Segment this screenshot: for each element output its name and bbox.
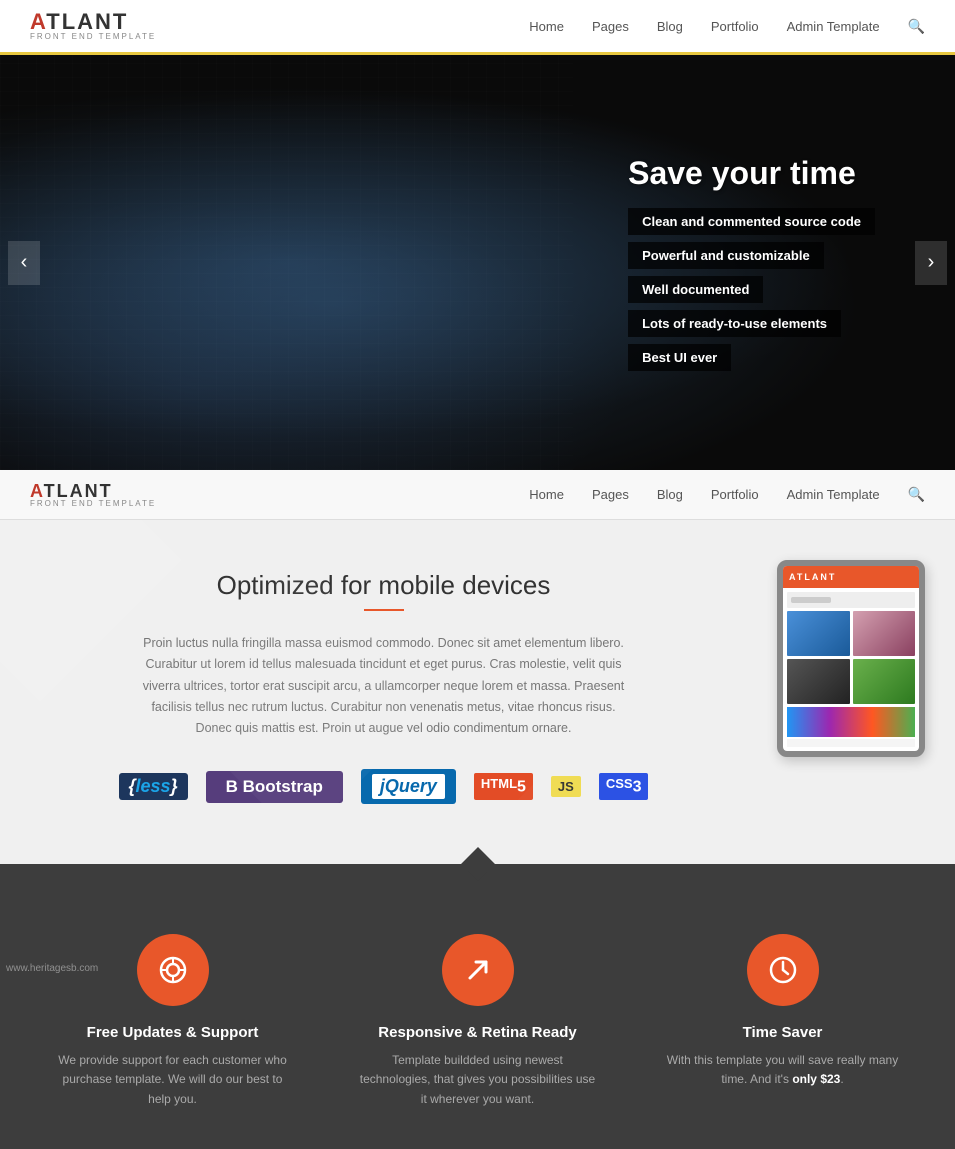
nav-admin-template[interactable]: Admin Template xyxy=(787,19,880,34)
nav-portfolio[interactable]: Portfolio xyxy=(711,19,759,34)
features-title-underline xyxy=(364,609,404,611)
logo-secondary-name: ATLANT xyxy=(30,482,156,500)
phone-color-bar xyxy=(787,707,915,737)
phone-frame: ATLANT xyxy=(777,560,925,757)
feature-card-timesaver-desc: With this template you will save really … xyxy=(663,1051,903,1089)
phone-img-3 xyxy=(787,659,850,704)
secondary-nav-portfolio[interactable]: Portfolio xyxy=(711,487,759,502)
secondary-nav-home[interactable]: Home xyxy=(529,487,564,502)
hero-title: Save your time xyxy=(628,155,875,192)
support-icon xyxy=(157,954,189,986)
logo-secondary[interactable]: ATLANT FRONT END TEMPLATE xyxy=(30,482,156,508)
hero-prev-button[interactable]: ‹ xyxy=(8,241,40,285)
feature-card-support-desc: We provide support for each customer who… xyxy=(53,1051,293,1109)
tech-js-badge: JS xyxy=(551,776,581,797)
nav-blog[interactable]: Blog xyxy=(657,19,683,34)
clock-icon xyxy=(767,954,799,986)
hero-feature-4: Lots of ready-to-use elements xyxy=(628,310,841,337)
tech-logos-row: {less} B Bootstrap jQuery HTML5 JS CSS3 xyxy=(30,769,737,804)
secondary-nav-pages[interactable]: Pages xyxy=(592,487,629,502)
phone-nav-bar xyxy=(787,592,915,608)
feature-card-responsive-title: Responsive & Retina Ready xyxy=(378,1024,576,1041)
hero-section: ‹ Save your time Clean and commented sou… xyxy=(0,55,955,470)
hero-features-list: Clean and commented source code Powerful… xyxy=(628,208,875,371)
top-navbar: ATLANT FRONT END TEMPLATE Home Pages Blo… xyxy=(0,0,955,55)
price-highlight: only $23 xyxy=(792,1072,840,1086)
feature-card-support-title: Free Updates & Support xyxy=(87,1024,259,1041)
hero-feature-1: Clean and commented source code xyxy=(628,208,875,235)
features-text-area: Optimized for mobile devices Proin luctu… xyxy=(30,570,737,804)
hero-content: Save your time Clean and commented sourc… xyxy=(628,155,875,371)
secondary-nav-blog[interactable]: Blog xyxy=(657,487,683,502)
phone-img-4 xyxy=(853,659,916,704)
secondary-nav-admin-template[interactable]: Admin Template xyxy=(787,487,880,502)
logo[interactable]: ATLANT FRONT END TEMPLATE xyxy=(30,11,156,41)
phone-nav-item xyxy=(791,597,831,603)
nav-home[interactable]: Home xyxy=(529,19,564,34)
tech-less-badge: {less} xyxy=(119,773,188,800)
secondary-nav-links: Home Pages Blog Portfolio Admin Template… xyxy=(529,486,925,503)
hero-keyboard-pattern xyxy=(0,55,573,470)
logo-a: A xyxy=(30,9,46,34)
logo-name: ATLANT xyxy=(30,11,156,33)
section-divider xyxy=(0,864,955,884)
secondary-search-icon-button[interactable]: 🔍 xyxy=(908,486,925,503)
phone-content xyxy=(783,588,919,751)
nav-pages[interactable]: Pages xyxy=(592,19,629,34)
logo-secondary-tagline: FRONT END TEMPLATE xyxy=(30,500,156,508)
logo-secondary-a: A xyxy=(30,481,44,501)
feature-icon-timesaver xyxy=(747,934,819,1006)
responsive-icon xyxy=(462,954,494,986)
feature-card-timesaver: Time Saver With this template you will s… xyxy=(663,934,903,1089)
mobile-features-section: Optimized for mobile devices Proin luctu… xyxy=(0,520,955,864)
hero-feature-5: Best UI ever xyxy=(628,344,731,371)
nav-links: Home Pages Blog Portfolio Admin Template… xyxy=(529,18,925,35)
features-description: Proin luctus nulla fringilla massa euism… xyxy=(134,633,634,739)
hero-feature-3: Well documented xyxy=(628,276,763,303)
dark-features-section: Free Updates & Support We provide suppor… xyxy=(0,884,955,1149)
tech-html5-badge: HTML5 xyxy=(474,773,533,800)
feature-icon-responsive xyxy=(442,934,514,1006)
phone-img-2 xyxy=(853,611,916,656)
feature-card-responsive: Responsive & Retina Ready Template build… xyxy=(358,934,598,1109)
search-icon-button[interactable]: 🔍 xyxy=(908,18,925,35)
phone-footer-bar xyxy=(787,739,915,747)
tech-css3-badge: CSS3 xyxy=(599,773,649,800)
phone-header: ATLANT xyxy=(783,566,919,588)
secondary-navbar: ATLANT FRONT END TEMPLATE Home Pages Blo… xyxy=(0,470,955,520)
feature-card-support: Free Updates & Support We provide suppor… xyxy=(53,934,293,1109)
hero-next-button[interactable]: › xyxy=(915,241,947,285)
logo-tagline: FRONT END TEMPLATE xyxy=(30,33,156,41)
hero-feature-2: Powerful and customizable xyxy=(628,242,824,269)
tech-bootstrap-badge: B Bootstrap xyxy=(206,771,343,803)
phone-img-1 xyxy=(787,611,850,656)
feature-card-responsive-desc: Template buildded using newest technolog… xyxy=(358,1051,598,1109)
feature-icon-support xyxy=(137,934,209,1006)
phone-image-grid xyxy=(787,611,915,704)
tech-jquery-badge: jQuery xyxy=(361,769,456,804)
feature-card-timesaver-title: Time Saver xyxy=(743,1024,823,1041)
phone-mockup: ATLANT xyxy=(777,560,925,757)
features-title: Optimized for mobile devices xyxy=(30,570,737,601)
